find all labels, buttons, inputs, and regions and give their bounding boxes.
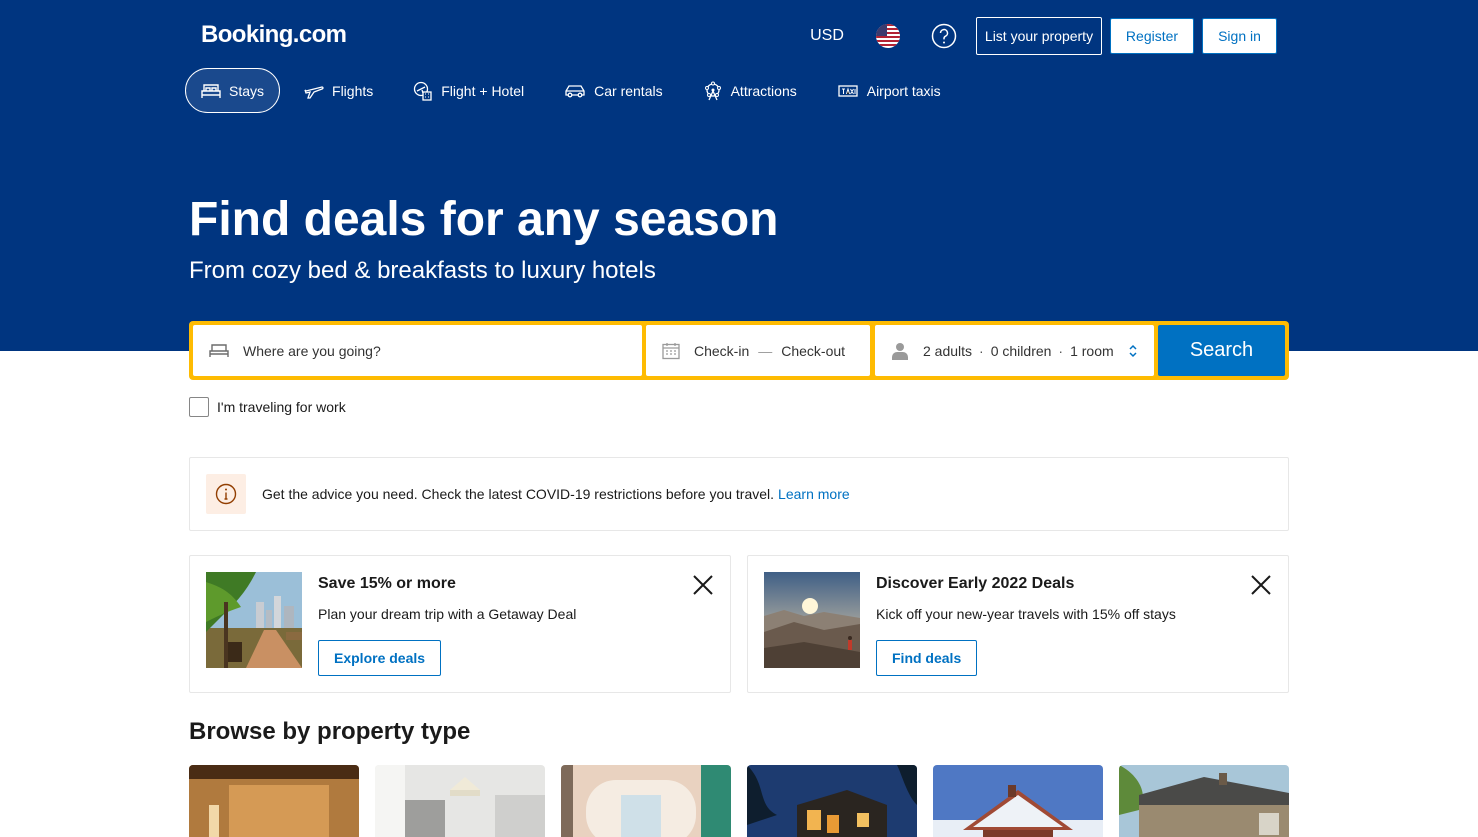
tab-car-rentals[interactable]: Car rentals: [548, 68, 678, 113]
work-travel-label[interactable]: I'm traveling for work: [217, 399, 346, 415]
learn-more-link[interactable]: Learn more: [778, 486, 850, 502]
deal-title: Discover Early 2022 Deals: [876, 575, 1075, 592]
work-travel-option: I'm traveling for work: [189, 397, 346, 417]
deal-card: Save 15% or more Plan your dream trip wi…: [189, 555, 731, 693]
car-icon: [565, 84, 585, 97]
person-icon: [892, 342, 908, 360]
explore-deals-button[interactable]: Explore deals: [318, 640, 442, 676]
help-icon[interactable]: [926, 18, 962, 54]
check-in-label[interactable]: Check-in: [694, 343, 749, 359]
list-property-button[interactable]: List your property: [976, 17, 1102, 55]
bed-icon: [209, 343, 229, 357]
adults-count: 2 adults: [923, 342, 973, 359]
sign-in-button[interactable]: Sign in: [1202, 18, 1277, 54]
hero-subtitle: From cozy bed & breakfasts to luxury hot…: [189, 257, 656, 284]
product-nav: Stays Flights Flight + Hotel Car rentals…: [185, 68, 965, 113]
deal-title: Save 15% or more: [318, 575, 456, 592]
tab-car-rentals-label: Car rentals: [594, 82, 663, 99]
property-type-villas-image[interactable]: [747, 765, 917, 837]
browse-section-title: Browse by property type: [189, 718, 471, 745]
children-count: 0 children: [990, 342, 1052, 359]
bed-icon: [201, 83, 221, 98]
tab-flight-hotel-label: Flight + Hotel: [441, 82, 525, 99]
tab-airport-taxis-label: Airport taxis: [866, 82, 941, 99]
deal-description: Plan your dream trip with a Getaway Deal: [318, 606, 577, 622]
tab-stays[interactable]: Stays: [185, 68, 281, 113]
plane-icon: [304, 85, 324, 99]
tab-flight-hotel[interactable]: Flight + Hotel: [397, 68, 540, 113]
find-deals-button[interactable]: Find deals: [876, 640, 978, 676]
destination-placeholder: Where are you going?: [243, 342, 381, 359]
deal-description: Kick off your new-year travels with 15% …: [876, 606, 1176, 622]
rooms-count: 1 room: [1070, 342, 1114, 359]
property-type-apartments-image[interactable]: [375, 765, 545, 837]
property-type-resorts-image[interactable]: [561, 765, 731, 837]
taxi-icon: [838, 84, 858, 97]
tab-stays-label: Stays: [229, 82, 265, 99]
work-travel-checkbox[interactable]: [189, 397, 209, 417]
tab-flights-label: Flights: [332, 82, 374, 99]
separator-dot: ·: [1058, 342, 1064, 359]
tab-attractions[interactable]: Attractions: [687, 68, 813, 113]
close-icon[interactable]: [692, 574, 714, 596]
separator-dot: ·: [979, 342, 984, 359]
property-type-hotels-image[interactable]: [189, 765, 359, 837]
close-icon[interactable]: [1250, 574, 1272, 596]
register-button[interactable]: Register: [1110, 18, 1194, 54]
date-separator: —: [758, 342, 773, 359]
date-picker-field[interactable]: Check-in — Check-out: [646, 325, 870, 376]
park-photo: [206, 572, 302, 668]
currency-selector[interactable]: USD: [800, 18, 854, 54]
tab-attractions-label: Attractions: [730, 82, 797, 99]
info-icon: [206, 474, 246, 514]
check-out-label[interactable]: Check-out: [781, 343, 845, 359]
chevron-up-down-icon: [1129, 344, 1137, 357]
language-flag-icon[interactable]: [870, 18, 906, 54]
hero-title: Find deals for any season: [189, 193, 779, 246]
deal-card: Discover Early 2022 Deals Kick off your …: [747, 555, 1289, 693]
tab-flights[interactable]: Flights: [288, 68, 389, 113]
guests-field[interactable]: 2 adults · 0 children · 1 room: [875, 325, 1154, 376]
search-bar: Where are you going? Check-in — Check-ou…: [189, 321, 1289, 380]
ferris-wheel-icon: [704, 81, 721, 100]
calendar-icon: [662, 342, 680, 359]
flight-hotel-icon: [414, 81, 432, 101]
mountain-photo: [764, 572, 860, 668]
covid-notice: Get the advice you need. Check the lates…: [189, 457, 1289, 531]
destination-field[interactable]: Where are you going?: [193, 325, 642, 376]
tab-airport-taxis[interactable]: Airport taxis: [821, 68, 957, 113]
search-button[interactable]: Search: [1158, 325, 1285, 376]
property-type-cottages-image[interactable]: [1119, 765, 1289, 837]
covid-notice-text: Get the advice you need. Check the lates…: [262, 486, 775, 502]
property-type-cabins-image[interactable]: [933, 765, 1103, 837]
booking-logo[interactable]: Booking.com: [201, 21, 347, 49]
